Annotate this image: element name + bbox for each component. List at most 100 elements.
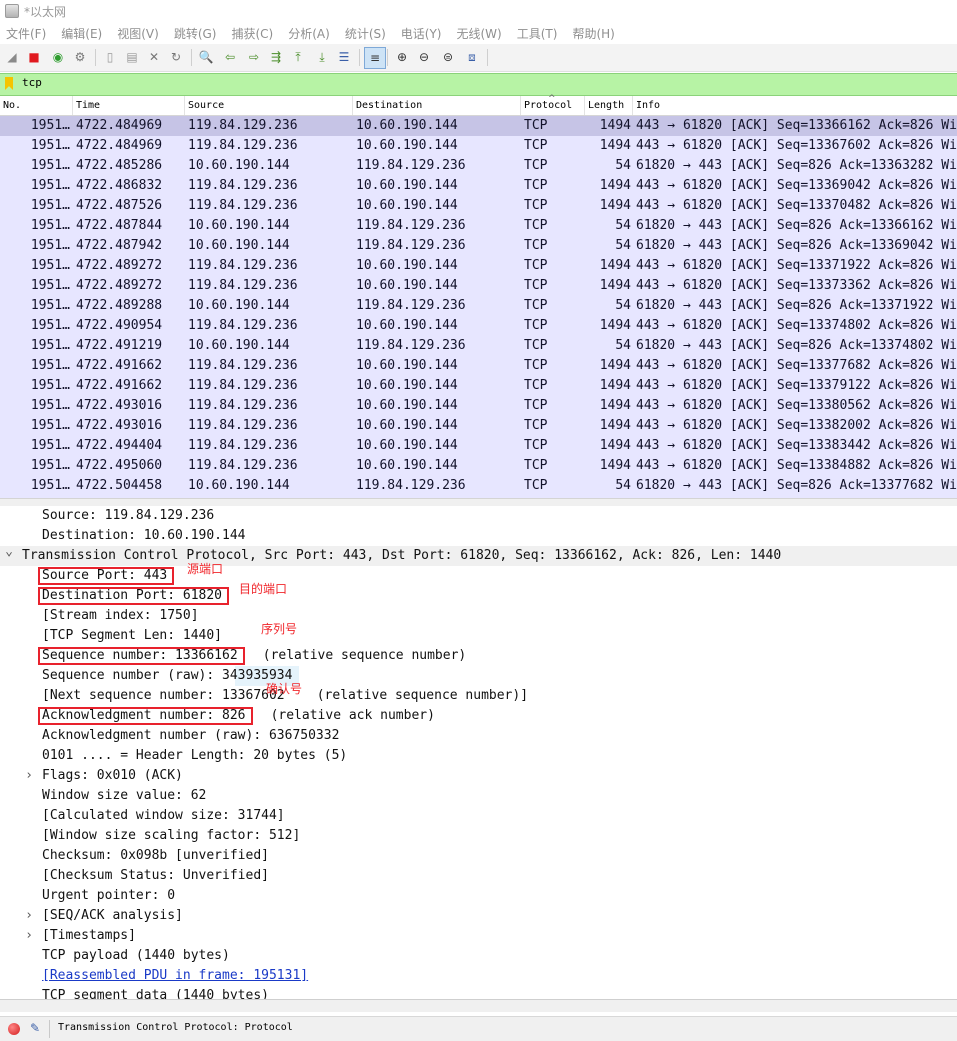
filter-bookmark-icon[interactable] — [5, 77, 13, 90]
packet-row[interactable]: 1951… 4722.491662 119.84.129.236 10.60.190.… — [0, 356, 957, 376]
collapse-chevron-icon[interactable]: › — [23, 766, 35, 786]
packet-row[interactable]: 1951… 4722.493016 119.84.129.236 10.60.190.… — [0, 396, 957, 416]
packet-row[interactable]: 1951… 4722.484969 119.84.129.236 10.60.190.… — [0, 116, 957, 136]
packet-row[interactable]: 1951… 4722.494404 119.84.129.236 10.60.190.… — [0, 436, 957, 456]
menu-item-9[interactable]: 工具(T) — [517, 25, 558, 42]
open-file-icon[interactable]: ▯ — [102, 49, 118, 65]
go-first-icon[interactable]: ⤒ — [290, 49, 306, 65]
packet-no: 1951… — [30, 318, 70, 333]
packet-row[interactable]: 1951… 4722.493016 119.84.129.236 10.60.190.… — [0, 416, 957, 436]
collapse-chevron-icon[interactable]: › — [23, 906, 35, 926]
pane-splitter-bottom[interactable] — [0, 999, 957, 1012]
menu-item-3[interactable]: 跳转(G) — [174, 25, 217, 42]
go-back-icon[interactable]: ⇦ — [222, 49, 238, 65]
packet-details-pane[interactable]: Source: 119.84.129.236 Destination: 10.60… — [0, 506, 957, 1000]
column-header-source[interactable]: Source — [185, 96, 353, 115]
packet-row[interactable]: 1951… 4722.485286 10.60.190.144 119.84.129.… — [0, 156, 957, 176]
edit-comment-icon[interactable]: ✎ — [30, 1021, 46, 1036]
detail-tcp-payload[interactable]: TCP payload (1440 bytes) — [0, 946, 957, 966]
packet-row[interactable]: 1951… 4722.487942 10.60.190.144 119.84.129.… — [0, 236, 957, 256]
start-capture-icon[interactable]: ◢ — [4, 49, 20, 65]
packet-row[interactable]: 1951… 4722.487526 119.84.129.236 10.60.190.… — [0, 196, 957, 216]
zoom-out-icon[interactable]: ⊖ — [416, 49, 432, 65]
menu-item-2[interactable]: 视图(V) — [117, 25, 159, 42]
status-text: Transmission Control Protocol: Protocol — [58, 1022, 293, 1033]
packet-row[interactable]: 1951… 4722.487844 10.60.190.144 119.84.129.… — [0, 216, 957, 236]
packet-time: 4722.493016 — [76, 418, 163, 433]
stop-capture-icon[interactable]: ■ — [26, 49, 42, 65]
go-forward-icon[interactable]: ⇨ — [246, 49, 262, 65]
packet-row[interactable]: 1951… 4722.495060 119.84.129.236 10.60.190.… — [0, 456, 957, 476]
collapse-chevron-icon[interactable]: › — [23, 926, 35, 946]
detail-sequence-raw-text: Sequence number (raw): 343935934 — [42, 668, 293, 683]
detail-timestamps[interactable]: › [Timestamps] — [0, 926, 957, 946]
reload-file-icon[interactable]: ↻ — [168, 49, 184, 65]
menu-item-4[interactable]: 捕获(C) — [231, 25, 273, 42]
go-last-icon[interactable]: ⤓ — [314, 49, 330, 65]
detail-checksum[interactable]: Checksum: 0x098b [unverified] — [0, 846, 957, 866]
go-to-packet-icon[interactable]: ⇶ — [268, 49, 284, 65]
packet-info: 61820 → 443 [ACK] Seq=826 Ack=13363282 W… — [636, 158, 957, 173]
detail-ack-number[interactable]: Acknowledgment number: 826 (relative ack … — [0, 706, 957, 726]
menu-item-5[interactable]: 分析(A) — [288, 25, 330, 42]
detail-segment-len[interactable]: [TCP Segment Len: 1440] — [0, 626, 957, 646]
detail-seq-ack-analysis[interactable]: › [SEQ/ACK analysis] — [0, 906, 957, 926]
detail-segment-data[interactable]: TCP segment data (1440 bytes) — [0, 986, 957, 1000]
menu-item-8[interactable]: 无线(W) — [457, 25, 502, 42]
menu-item-10[interactable]: 帮助(H) — [572, 25, 614, 42]
detail-source-port[interactable]: Source Port: 443 — [0, 566, 957, 586]
detail-header-length[interactable]: 0101 .... = Header Length: 20 bytes (5) — [0, 746, 957, 766]
detail-destination-port[interactable]: Destination Port: 61820 — [0, 586, 957, 606]
packet-row[interactable]: 1951… 4722.490954 119.84.129.236 10.60.190.… — [0, 316, 957, 336]
detail-reassembled-link[interactable]: [Reassembled PDU in frame: 195131] — [0, 966, 957, 986]
packet-info: 61820 → 443 [ACK] Seq=826 Ack=13377682 W… — [636, 478, 957, 493]
zoom-normal-icon[interactable]: ⊜ — [440, 49, 456, 65]
detail-checksum-status[interactable]: [Checksum Status: Unverified] — [0, 866, 957, 886]
packet-row[interactable]: 1951… 4722.504458 10.60.190.144 119.84.129.… — [0, 476, 957, 496]
detail-window-scaling[interactable]: [Window size scaling factor: 512] — [0, 826, 957, 846]
capture-options-icon[interactable]: ⚙ — [72, 49, 88, 65]
packet-list[interactable]: 1951… 4722.484969 119.84.129.236 10.60.190.… — [0, 116, 957, 498]
column-header-info[interactable]: Info — [633, 96, 957, 115]
packet-row[interactable]: 1951… 4722.489288 10.60.190.144 119.84.129.… — [0, 296, 957, 316]
column-header-destination[interactable]: Destination — [353, 96, 521, 115]
packet-row[interactable]: 1951… 4722.491662 119.84.129.236 10.60.190.… — [0, 376, 957, 396]
column-header-no[interactable]: No. — [0, 96, 73, 115]
save-file-icon[interactable]: ▤ — [124, 49, 140, 65]
packet-row[interactable]: 1951… 4722.489272 119.84.129.236 10.60.190.… — [0, 256, 957, 276]
close-file-icon[interactable]: ✕ — [146, 49, 162, 65]
detail-window-value[interactable]: Window size value: 62 — [0, 786, 957, 806]
column-header-length[interactable]: Length — [585, 96, 633, 115]
detail-urgent-pointer[interactable]: Urgent pointer: 0 — [0, 886, 957, 906]
zoom-in-icon[interactable]: ⊕ — [394, 49, 410, 65]
detail-stream-index[interactable]: [Stream index: 1750] — [0, 606, 957, 626]
detail-sequence-number[interactable]: Sequence number: 13366162 (relative seque… — [0, 646, 957, 666]
detail-ack-raw[interactable]: Acknowledgment number (raw): 636750332 — [0, 726, 957, 746]
detail-tcp-header[interactable]: ⌄ Transmission Control Protocol, Src Port… — [0, 544, 957, 566]
detail-next-sequence[interactable]: [Next sequence number: 13367602 (relative… — [0, 686, 957, 706]
expand-chevron-icon[interactable]: ⌄ — [3, 542, 15, 562]
menu-item-7[interactable]: 电话(Y) — [401, 25, 442, 42]
detail-ip-destination[interactable]: Destination: 10.60.190.144 — [0, 526, 957, 546]
restart-capture-icon[interactable]: ◉ — [50, 49, 66, 65]
packet-row[interactable]: 1951… 4722.484969 119.84.129.236 10.60.190.… — [0, 136, 957, 156]
display-filter-input[interactable]: tcp — [22, 76, 42, 89]
column-header-time[interactable]: Time — [73, 96, 185, 115]
menu-item-0[interactable]: 文件(F) — [6, 25, 46, 42]
menu-item-1[interactable]: 编辑(E) — [61, 25, 102, 42]
packet-info: 443 → 61820 [ACK] Seq=13380562 Ack=826 W… — [636, 398, 957, 413]
packet-row[interactable]: 1951… 4722.489272 119.84.129.236 10.60.190.… — [0, 276, 957, 296]
auto-scroll-icon[interactable]: ☰ — [336, 49, 352, 65]
detail-ip-source[interactable]: Source: 119.84.129.236 — [0, 506, 957, 526]
expert-info-icon[interactable] — [8, 1023, 20, 1035]
packet-row[interactable]: 1951… 4722.486832 119.84.129.236 10.60.190.… — [0, 176, 957, 196]
detail-flags[interactable]: › Flags: 0x010 (ACK) — [0, 766, 957, 786]
packet-destination: 10.60.190.144 — [356, 458, 458, 473]
colorize-icon[interactable]: ≡ — [364, 47, 386, 69]
find-packet-icon[interactable]: 🔍 — [198, 49, 214, 65]
resize-columns-icon[interactable]: ⧈ — [464, 49, 480, 65]
detail-calc-window[interactable]: [Calculated window size: 31744] — [0, 806, 957, 826]
detail-sequence-raw[interactable]: Sequence number (raw): 343935934 — [0, 666, 957, 686]
menu-item-6[interactable]: 统计(S) — [345, 25, 386, 42]
packet-row[interactable]: 1951… 4722.491219 10.60.190.144 119.84.129.… — [0, 336, 957, 356]
